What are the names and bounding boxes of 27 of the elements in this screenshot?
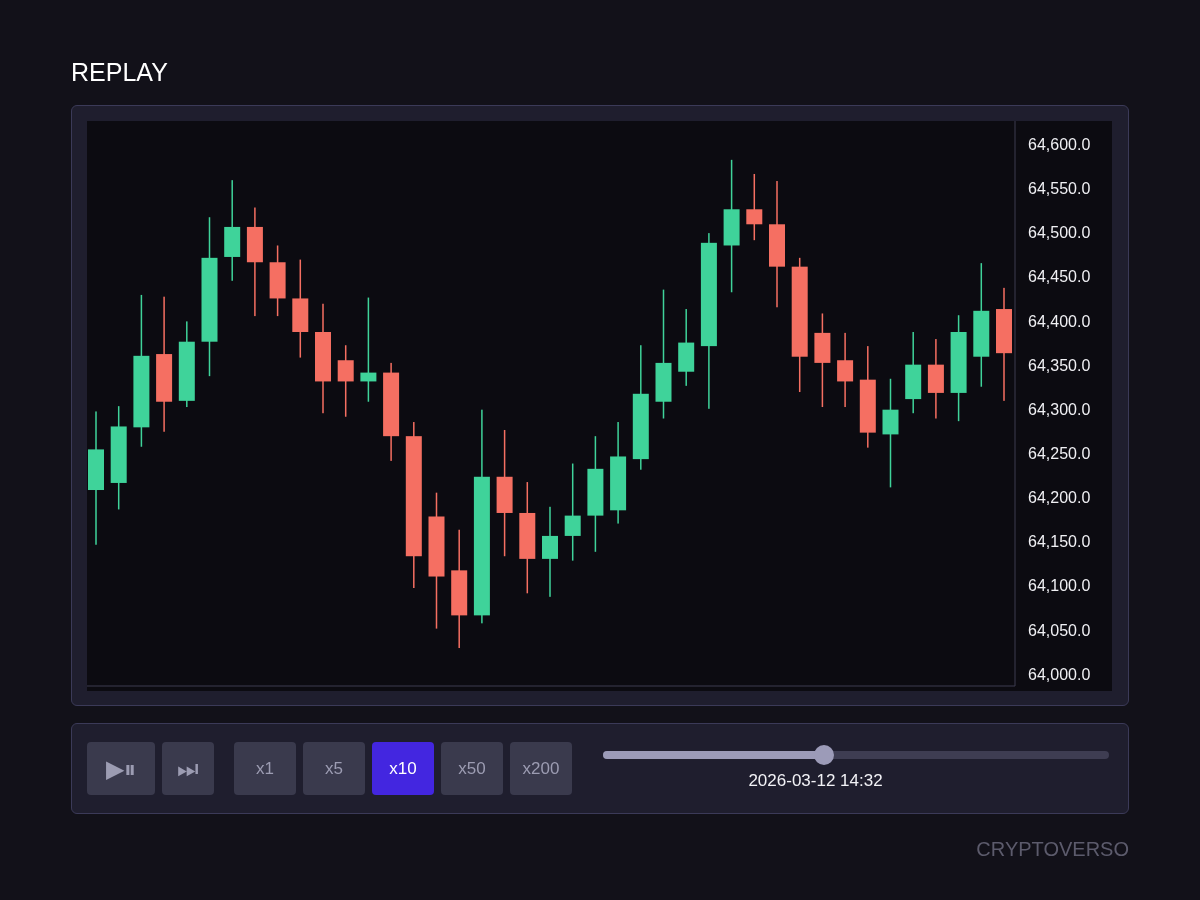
price-label: 64,450.0 [1028, 268, 1091, 286]
price-label: 64,200.0 [1028, 489, 1091, 507]
speed-button[interactable]: x50 [441, 742, 503, 795]
speed-button[interactable]: x200 [510, 742, 572, 795]
price-label: 64,350.0 [1028, 356, 1091, 374]
price-label: 64,250.0 [1028, 444, 1091, 462]
step-forward-button[interactable]: ⏭ [162, 742, 214, 795]
speed-button[interactable]: x5 [303, 742, 365, 795]
price-label: 64,050.0 [1028, 621, 1091, 639]
price-label: 64,300.0 [1028, 400, 1091, 418]
page-title: REPLAY [71, 58, 168, 87]
price-label: 64,550.0 [1028, 180, 1091, 198]
timestamp: 2026-03-12 14:32 [748, 770, 883, 791]
price-label: 64,500.0 [1028, 224, 1091, 242]
brand-label: CRYPTOVERSO [976, 838, 1129, 861]
falling-candle [269, 245, 286, 317]
speed-button[interactable]: x10 [372, 742, 434, 795]
price-label: 64,150.0 [1028, 533, 1091, 551]
price-label: 64,000.0 [1028, 665, 1091, 683]
price-label: 64,400.0 [1028, 312, 1091, 330]
price-label: 64,100.0 [1028, 577, 1091, 595]
slider-thumb[interactable] [813, 744, 834, 765]
falling-candle [337, 345, 354, 417]
price-label: 64,600.0 [1028, 135, 1091, 153]
speed-button[interactable]: x1 [234, 742, 296, 795]
falling-candle [746, 173, 763, 241]
play-pause-button[interactable]: ▶⏸ [87, 742, 155, 795]
